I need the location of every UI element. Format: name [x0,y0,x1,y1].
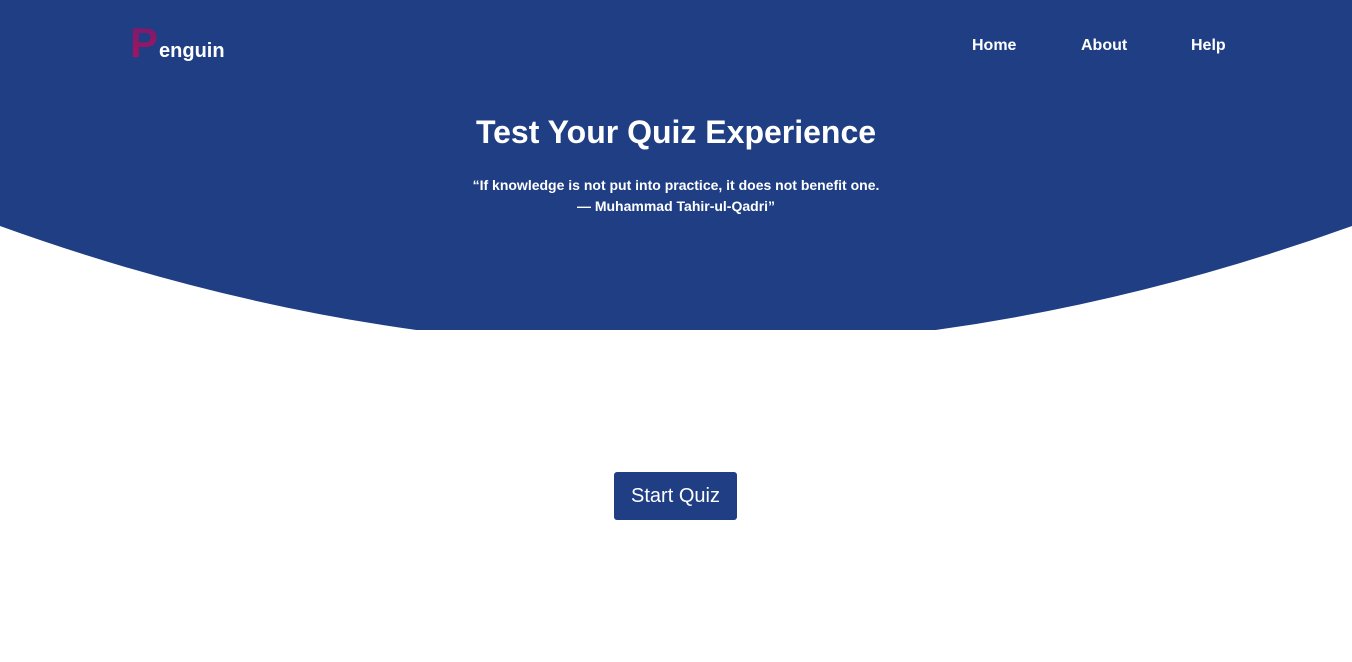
hero-title: Test Your Quiz Experience [475,114,877,150]
quote-author: — Muhammad Tahir-ul-Qadri” [576,198,776,214]
page: P enguin Home About Help Test Your Quiz … [0,0,1352,662]
nav-home-link[interactable]: Home [972,36,1016,56]
nav-about-link[interactable]: About [1081,36,1127,56]
hero-banner: P enguin Home About Help Test Your Quiz … [0,0,1352,330]
top-nav: Home About Help [0,36,1352,56]
quote-text: “If knowledge is not put into practice, … [472,177,880,193]
start-quiz-button[interactable]: Start Quiz [614,472,737,520]
hero-quote: “If knowledge is not put into practice, … [0,175,1352,217]
nav-help-link[interactable]: Help [1191,36,1226,56]
